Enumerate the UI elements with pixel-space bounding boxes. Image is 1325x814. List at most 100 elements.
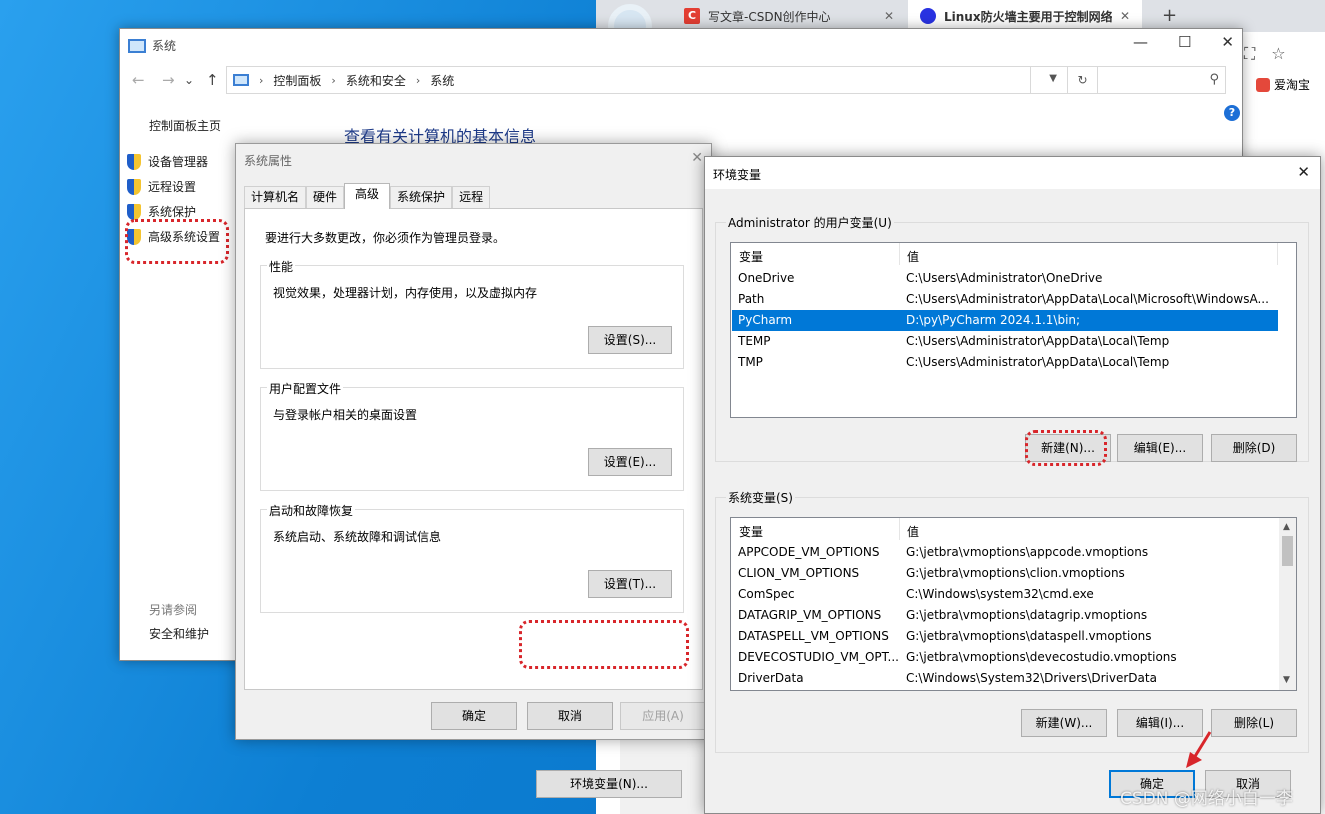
list-item[interactable]: OneDrive C:\Users\Administrator\OneDrive bbox=[732, 268, 1278, 289]
user-profiles-group: 用户配置文件 与登录帐户相关的桌面设置 设置(E)... bbox=[260, 380, 684, 491]
group-title: Administrator 的用户变量(U) bbox=[726, 214, 894, 231]
dialog-titlebar: 环境变量 ✕ bbox=[705, 157, 1320, 189]
sidebar-item-advanced-settings[interactable]: 高级系统设置 bbox=[126, 228, 220, 245]
scrollbar-thumb[interactable] bbox=[1282, 536, 1293, 566]
variable-name: DATASPELL_VM_OPTIONS bbox=[738, 629, 889, 643]
screenshot-icon[interactable]: ⛶ bbox=[1244, 44, 1255, 64]
tab-advanced[interactable]: 高级 bbox=[344, 183, 391, 209]
user-new-button[interactable]: 新建(N)... bbox=[1025, 434, 1111, 462]
security-maintenance-link[interactable]: 安全和维护 bbox=[149, 625, 209, 642]
help-icon[interactable]: ? bbox=[1224, 105, 1240, 121]
variable-value: C:\Windows\System32\Drivers\DriverData bbox=[906, 671, 1157, 685]
group-title: 系统变量(S) bbox=[726, 489, 795, 506]
shield-icon bbox=[126, 153, 142, 170]
close-icon[interactable]: ✕ bbox=[884, 9, 894, 23]
breadcrumb-control-panel[interactable]: 控制面板 bbox=[273, 72, 321, 89]
tab-hardware[interactable]: 硬件 bbox=[306, 186, 345, 208]
forward-icon[interactable]: → bbox=[162, 71, 175, 89]
sidebar-item-system-protection[interactable]: 系统保护 bbox=[126, 203, 196, 220]
tab-system-protection[interactable]: 系统保护 bbox=[390, 186, 453, 208]
variable-value: G:\jetbra\vmoptions\dataspell.vmoptions bbox=[906, 629, 1152, 643]
advanced-tab-panel: 要进行大多数更改，你必须作为管理员登录。 性能 视觉效果，处理器计划，内存使用，… bbox=[244, 208, 703, 798]
close-icon[interactable]: ✕ bbox=[1120, 9, 1130, 23]
breadcrumb-system-security[interactable]: 系统和安全 bbox=[346, 72, 406, 89]
group-title: 用户配置文件 bbox=[267, 380, 344, 397]
user-profiles-settings-button[interactable]: 设置(E)... bbox=[588, 448, 672, 476]
sidebar-item-remote-settings[interactable]: 远程设置 bbox=[126, 178, 196, 195]
column-header-variable[interactable]: 变量 bbox=[739, 523, 763, 540]
variable-name: CLION_VM_OPTIONS bbox=[738, 566, 860, 580]
close-icon[interactable]: ✕ bbox=[691, 150, 703, 166]
list-item[interactable]: DEVECOSTUDIO_VM_OPT... G:\jetbra\vmoptio… bbox=[732, 647, 1278, 668]
scroll-up-icon[interactable]: ▲ bbox=[1283, 522, 1290, 532]
list-item-selected[interactable]: PyCharm D:\py\PyCharm 2024.1.1\bin; bbox=[732, 310, 1278, 331]
close-icon[interactable]: ✕ bbox=[1221, 33, 1234, 51]
variable-value: G:\jetbra\vmoptions\clion.vmoptions bbox=[906, 566, 1125, 580]
variable-value: C:\Users\Administrator\AppData\Local\Tem… bbox=[906, 355, 1170, 369]
column-header-variable[interactable]: 变量 bbox=[739, 248, 763, 265]
column-header-value[interactable]: 值 bbox=[907, 248, 919, 265]
sidebar-item-device-manager[interactable]: 设备管理器 bbox=[126, 153, 208, 170]
list-item[interactable]: Path C:\Users\Administrator\AppData\Loca… bbox=[732, 289, 1278, 310]
new-tab-icon[interactable]: + bbox=[1162, 5, 1177, 26]
group-description: 视觉效果，处理器计划，内存使用，以及虚拟内存 bbox=[273, 286, 538, 300]
list-item[interactable]: DATAGRIP_VM_OPTIONS G:\jetbra\vmoptions\… bbox=[732, 605, 1278, 626]
navigation-bar: ← → ⌄ ↑ › 控制面板 › 系统和安全 › 系统 ▼ ↻ ⚲ bbox=[120, 65, 1244, 95]
environment-variables-button[interactable]: 环境变量(N)... bbox=[536, 770, 682, 798]
csdn-icon: C bbox=[684, 8, 700, 24]
sidebar-home-link[interactable]: 控制面板主页 bbox=[149, 117, 221, 134]
environment-variables-dialog: 环境变量 ✕ Administrator 的用户变量(U) 变量 值 OneDr… bbox=[704, 156, 1321, 814]
back-icon[interactable]: ← bbox=[132, 71, 145, 89]
ok-button[interactable]: 确定 bbox=[431, 702, 517, 730]
breadcrumb-system[interactable]: 系统 bbox=[430, 72, 454, 89]
performance-settings-button[interactable]: 设置(S)... bbox=[588, 326, 672, 354]
window-titlebar: 系统 bbox=[128, 37, 176, 54]
variable-name: ComSpec bbox=[738, 587, 795, 601]
see-also-heading: 另请参阅 bbox=[149, 603, 198, 617]
cancel-button[interactable]: 取消 bbox=[527, 702, 613, 730]
apply-button[interactable]: 应用(A) bbox=[620, 702, 706, 730]
scroll-down-icon[interactable]: ▼ bbox=[1283, 675, 1290, 685]
sidebar-item-label: 远程设置 bbox=[148, 180, 197, 194]
search-input[interactable]: ⚲ bbox=[1030, 66, 1226, 94]
window-title: 系统 bbox=[152, 39, 177, 53]
baidu-paw-icon bbox=[920, 8, 936, 24]
tab-remote[interactable]: 远程 bbox=[452, 186, 491, 208]
chevron-down-icon[interactable]: ⌄ bbox=[184, 73, 194, 87]
minimize-icon[interactable]: — bbox=[1133, 33, 1148, 51]
sidebar-item-label: 系统保护 bbox=[148, 205, 197, 219]
vertical-scrollbar[interactable]: ▲ ▼ bbox=[1279, 518, 1296, 690]
maximize-icon[interactable]: ☐ bbox=[1178, 33, 1191, 51]
list-item[interactable]: APPCODE_VM_OPTIONS G:\jetbra\vmoptions\a… bbox=[732, 542, 1278, 563]
system-new-button[interactable]: 新建(W)... bbox=[1021, 709, 1107, 737]
bookmark-aitaobao[interactable]: 爱淘宝 bbox=[1256, 76, 1310, 93]
up-icon[interactable]: ↑ bbox=[206, 71, 219, 89]
group-description: 系统启动、系统故障和调试信息 bbox=[273, 530, 442, 544]
breadcrumb-separator: › bbox=[259, 73, 264, 87]
list-header: 变量 值 bbox=[731, 243, 1296, 267]
list-item[interactable]: DriverData C:\Windows\System32\Drivers\D… bbox=[732, 668, 1278, 689]
dialog-title: 系统属性 bbox=[244, 154, 293, 168]
user-edit-button[interactable]: 编辑(E)... bbox=[1117, 434, 1203, 462]
user-variables-list[interactable]: 变量 值 OneDrive C:\Users\Administrator\One… bbox=[730, 242, 1297, 418]
breadcrumb-separator: › bbox=[331, 73, 336, 87]
browser-toolbar-right: ⛶ ☆ bbox=[1244, 44, 1286, 64]
breadcrumb-separator: › bbox=[415, 73, 421, 87]
column-header-value[interactable]: 值 bbox=[907, 523, 919, 540]
system-variables-list[interactable]: 变量 值 APPCODE_VM_OPTIONS G:\jetbra\vmopti… bbox=[730, 517, 1297, 691]
variable-name: TEMP bbox=[738, 334, 771, 348]
computer-icon bbox=[128, 38, 146, 53]
tab-computer-name[interactable]: 计算机名 bbox=[244, 186, 307, 208]
close-icon[interactable]: ✕ bbox=[1297, 163, 1310, 181]
list-item[interactable]: TMP C:\Users\Administrator\AppData\Local… bbox=[732, 352, 1278, 373]
list-item[interactable]: DATASPELL_VM_OPTIONS G:\jetbra\vmoptions… bbox=[732, 626, 1278, 647]
address-bar[interactable]: › 控制面板 › 系统和安全 › 系统 ▼ ↻ bbox=[226, 66, 1098, 94]
variable-name: OneDrive bbox=[738, 271, 795, 285]
list-item[interactable]: ComSpec C:\Windows\system32\cmd.exe bbox=[732, 584, 1278, 605]
user-delete-button[interactable]: 删除(D) bbox=[1211, 434, 1297, 462]
startup-recovery-group: 启动和故障恢复 系统启动、系统故障和调试信息 设置(T)... bbox=[260, 502, 684, 613]
list-item[interactable]: TEMP C:\Users\Administrator\AppData\Loca… bbox=[732, 331, 1278, 352]
startup-recovery-settings-button[interactable]: 设置(T)... bbox=[588, 570, 672, 598]
star-icon[interactable]: ☆ bbox=[1271, 44, 1285, 64]
list-item[interactable]: CLION_VM_OPTIONS G:\jetbra\vmoptions\cli… bbox=[732, 563, 1278, 584]
